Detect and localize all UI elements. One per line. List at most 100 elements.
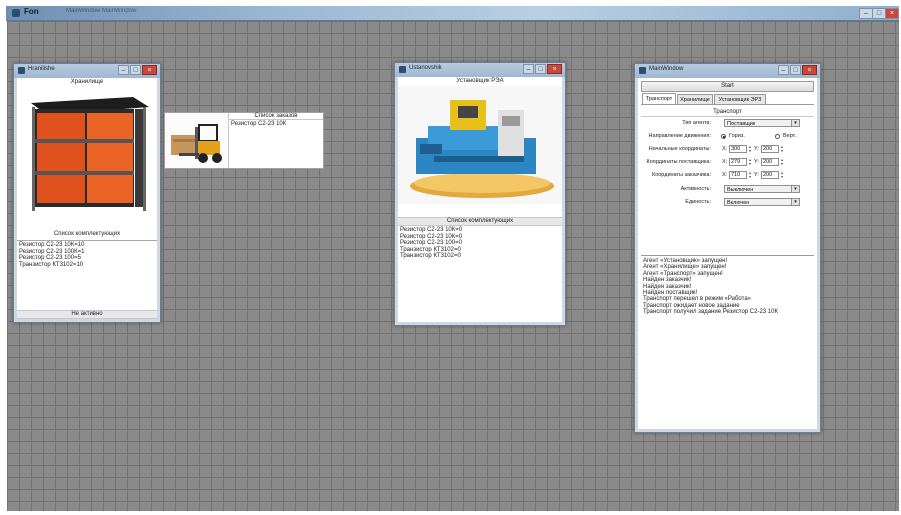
x-label: X: (722, 159, 728, 165)
maximize-icon[interactable]: □ (535, 64, 546, 74)
section-title: Транспорт (641, 108, 814, 117)
tab-transport[interactable]: Транспорт (642, 93, 676, 104)
minimize-icon[interactable]: – (778, 65, 789, 75)
app-menu-text: MainWindow MainWindow (66, 8, 137, 14)
y-label: Y: (754, 159, 759, 165)
list-item[interactable]: Транзистор КТ3102=0 (400, 253, 560, 260)
customer-coords-label: Координаты заказчика: (651, 172, 711, 178)
spinner-icon[interactable]: ▴ ▾ (780, 145, 784, 153)
main-window-titlebar[interactable]: MainWindow – □ × (635, 64, 820, 78)
spinner-icon[interactable]: ▴ ▾ (748, 158, 752, 166)
start-y-input[interactable]: 200 (761, 145, 779, 153)
list-item[interactable]: Резистор С2-23 100=0 (400, 240, 560, 247)
agent-type-value: Поставщик (727, 121, 756, 127)
list-item[interactable]: Резистор С2-23 10К=0 (400, 227, 560, 234)
main-window-body: Start Транспорт Хранилище Установщик ЭРЗ… (638, 78, 817, 429)
window-icon (399, 66, 406, 73)
tab-installer[interactable]: Установщик ЭРЗ (714, 94, 766, 104)
direction-horizontal-label: Гориз. (729, 133, 745, 139)
minimize-icon[interactable]: – (523, 64, 534, 74)
storage-list-caption: Список комплектующих (53, 231, 121, 237)
radio-vertical[interactable] (775, 134, 780, 139)
event-log[interactable]: Агент «Установщик» запущен! Агент «Храни… (641, 255, 814, 425)
log-line: Транспорт получил задание Резистор С2-23… (643, 309, 778, 316)
supplier-coords-label: Координаты поставщика: (646, 159, 711, 165)
close-icon[interactable]: × (547, 64, 562, 74)
unity-row: Единость: Включен ▾ (641, 198, 814, 207)
storage-window-body: Хранилище Список комплектующих Резистор … (17, 78, 157, 319)
maximize-icon[interactable]: □ (872, 8, 886, 19)
close-icon[interactable]: × (802, 65, 817, 75)
chevron-down-icon: ▾ (791, 199, 799, 205)
maximize-icon[interactable]: □ (130, 65, 141, 75)
y-label: Y: (754, 172, 759, 178)
installer-items-list[interactable]: Резистор С2-23 10К=0 Резистор С2-23 10К=… (398, 226, 562, 261)
storage-window: Hranilishe – □ × Хранилище Список компле… (13, 63, 161, 323)
storage-window-title: Hranilishe (28, 66, 55, 72)
orders-list[interactable]: Резистор С2-23 10К (229, 120, 323, 129)
app-icon (12, 9, 20, 17)
window-icon (18, 67, 25, 74)
start-button[interactable]: Start (641, 81, 814, 92)
list-item[interactable]: Резистор С2-23 10К=0 (400, 234, 560, 241)
warehouse-shelves-image (17, 87, 157, 215)
list-item[interactable]: Резистор С2-23 10К=10 (19, 242, 155, 249)
direction-row: Направление движения: Гориз. Верт. (641, 132, 814, 141)
list-item[interactable]: Резистор С2-23 100=5 (19, 255, 155, 262)
machine-image (398, 86, 562, 204)
direction-vertical-label: Верт. (783, 133, 797, 139)
minimize-icon[interactable]: – (859, 8, 873, 19)
installer-window-titlebar[interactable]: Ustanovshik – □ × (395, 63, 565, 77)
tab-storage[interactable]: Хранилище (677, 94, 713, 104)
agent-type-select[interactable]: Поставщик ▾ (724, 119, 800, 127)
agent-type-label: Тип агента: (682, 120, 711, 126)
list-item[interactable]: Транзистор КТ3102=0 (400, 247, 560, 254)
activity-select[interactable]: Выключен ▾ (724, 185, 800, 193)
spinner-icon[interactable]: ▴ ▾ (748, 145, 752, 153)
spinner-icon[interactable]: ▴ ▾ (780, 158, 784, 166)
storage-items-list[interactable]: Резистор С2-23 10К=10 Резистор С2-23 100… (17, 240, 157, 319)
list-item[interactable]: Резистор С2-23 10К (231, 121, 321, 128)
order-panel: Список заказов Резистор С2-23 10К (164, 112, 324, 169)
installer-window-title: Ustanovshik (409, 65, 442, 71)
main-window-title: MainWindow (649, 66, 684, 72)
installer-list-caption: Список комплектующих (398, 217, 562, 226)
spinner-icon[interactable]: ▴ ▾ (780, 171, 784, 179)
start-x-input[interactable]: 300 (729, 145, 747, 153)
unity-value: Включен (727, 200, 750, 206)
spinner-icon[interactable]: ▴ ▾ (748, 171, 752, 179)
unity-label: Единость: (685, 199, 711, 205)
supplier-y-input[interactable]: 200 (761, 158, 779, 166)
main-window: MainWindow – □ × Start Транспорт Хранили… (634, 63, 821, 433)
storage-window-titlebar[interactable]: Hranilishe – □ × (14, 64, 160, 78)
start-coords-label: Начальные координаты: (648, 146, 711, 152)
orders-caption: Список заказов (229, 113, 323, 120)
customer-coords-row: Координаты заказчика: X: 710 ▴ ▾ Y: 200 ▴… (641, 171, 814, 180)
maximize-icon[interactable]: □ (790, 65, 801, 75)
list-item[interactable]: Транзистор КТ3102=10 (19, 262, 155, 269)
x-label: X: (722, 146, 728, 152)
direction-label: Направление движения: (648, 133, 711, 139)
list-item[interactable]: Резистор С2-23 100К=1 (19, 249, 155, 256)
x-label: X: (722, 172, 728, 178)
supplier-coords-row: Координаты поставщика: X: 279 ▴ ▾ Y: 200 … (641, 158, 814, 167)
chevron-down-icon: ▾ (791, 120, 799, 126)
start-coords-row: Начальные координаты: X: 300 ▴ ▾ Y: 200 ▴… (641, 145, 814, 154)
customer-y-input[interactable]: 200 (761, 171, 779, 179)
app-titlebar: Fon MainWindow MainWindow – □ × (6, 6, 899, 21)
minimize-icon[interactable]: – (118, 65, 129, 75)
activity-label: Активность: (680, 186, 711, 192)
radio-horizontal[interactable] (721, 134, 726, 139)
y-label: Y: (754, 146, 759, 152)
activity-value: Выключен (727, 187, 754, 193)
activity-row: Активность: Выключен ▾ (641, 185, 814, 194)
close-icon[interactable]: × (885, 8, 899, 19)
unity-select[interactable]: Включен ▾ (724, 198, 800, 206)
storage-header: Хранилище (70, 79, 104, 85)
close-icon[interactable]: × (142, 65, 157, 75)
customer-x-input[interactable]: 710 (729, 171, 747, 179)
supplier-x-input[interactable]: 279 (729, 158, 747, 166)
app-title: Fon (24, 7, 39, 16)
forklift-image (165, 113, 227, 168)
installer-window: Ustanovshik – □ × Установщик РЭА Список … (394, 62, 566, 326)
